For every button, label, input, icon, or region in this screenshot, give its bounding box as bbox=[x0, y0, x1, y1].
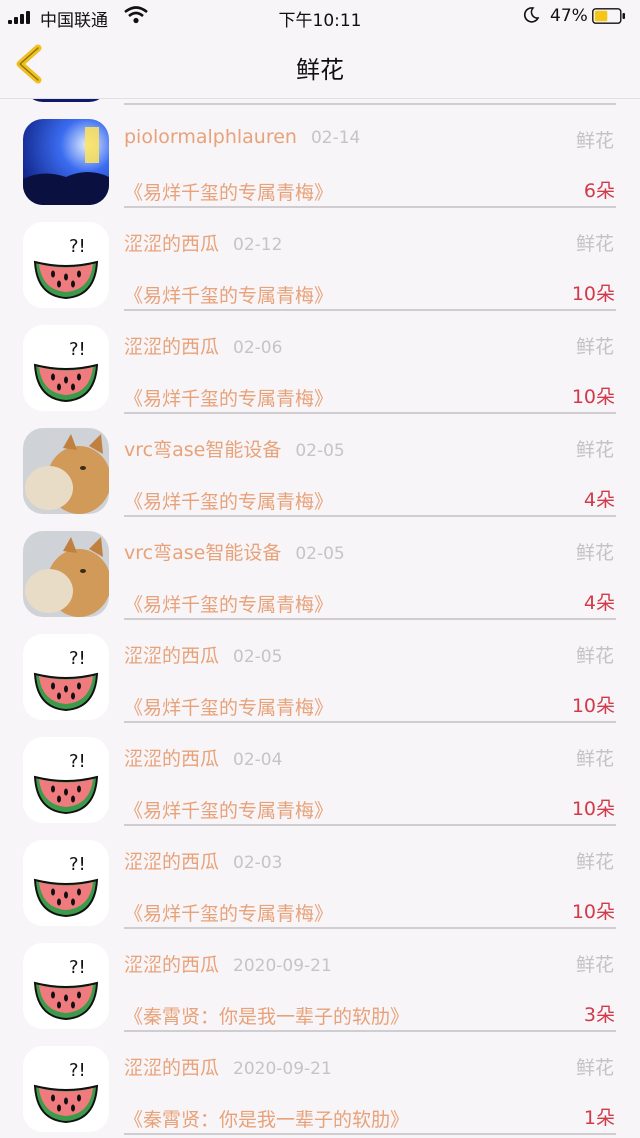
gift-date: 2020-09-21 bbox=[233, 1059, 332, 1079]
battery-icon bbox=[592, 8, 625, 24]
sender-name: 涩涩的西瓜 02-12 bbox=[124, 229, 282, 256]
list-item[interactable]: ?! 涩涩的西瓜 02-05 鲜花 《易烊千玺的专属青梅》 10朵 bbox=[0, 614, 640, 723]
book-title[interactable]: 《易烊千玺的专属青梅》 bbox=[124, 487, 333, 514]
list-item[interactable]: vrc弯ase智能设备 02-05 鲜花 《易烊千玺的专属青梅》 4朵 bbox=[0, 511, 640, 620]
row-divider bbox=[124, 1133, 616, 1135]
flower-count: 10朵 bbox=[571, 901, 615, 923]
avatar bbox=[23, 119, 109, 205]
flower-count: 4朵 bbox=[583, 592, 615, 614]
gift-type: 鲜花 bbox=[575, 748, 614, 770]
book-title[interactable]: 《秦霄贤：你是我一辈子的软肋》 bbox=[124, 1002, 409, 1029]
sender-name: 涩涩的西瓜 2020-09-21 bbox=[124, 950, 332, 977]
gift-date: 02-14 bbox=[310, 128, 361, 148]
book-title[interactable]: 《易烊千玺的专属青梅》 bbox=[124, 693, 333, 720]
svg-text:?!: ?! bbox=[69, 236, 86, 257]
sender-name: 涩涩的西瓜 02-05 bbox=[124, 641, 282, 668]
status-bar: 中国联通 下午10:11 47% bbox=[0, 0, 640, 32]
avatar: ?! bbox=[23, 943, 109, 1029]
svg-text:?!: ?! bbox=[69, 957, 86, 978]
gift-type: 鲜花 bbox=[575, 233, 614, 255]
sender-name: 涩涩的西瓜 2020-09-21 bbox=[124, 1053, 332, 1080]
clock: 下午10:11 bbox=[278, 11, 362, 31]
sender-name: vrc弯ase智能设备 02-05 bbox=[124, 435, 345, 462]
sender-name-text: 涩涩的西瓜 bbox=[124, 336, 220, 358]
nav-bar: 鲜花 bbox=[0, 32, 640, 99]
flower-count: 3朵 bbox=[583, 1004, 615, 1026]
gift-date: 02-04 bbox=[233, 750, 283, 770]
flower-count: 4朵 bbox=[583, 489, 615, 511]
list-item[interactable]: ?! 涩涩的西瓜 02-12 鲜花 《易烊千玺的专属青梅》 10朵 bbox=[0, 202, 640, 311]
moon-icon bbox=[523, 7, 540, 23]
sender-name-text: vrc弯ase智能设备 bbox=[124, 439, 282, 461]
gift-date: 02-06 bbox=[233, 338, 283, 358]
avatar: ?! bbox=[23, 1046, 109, 1132]
avatar bbox=[23, 531, 109, 617]
list-item[interactable]: ?! 涩涩的西瓜 02-03 鲜花 《易烊千玺的专属青梅》 10朵 bbox=[0, 820, 640, 929]
gift-type: 鲜花 bbox=[575, 439, 614, 461]
sender-name: 涩涩的西瓜 02-06 bbox=[124, 332, 282, 359]
gift-type: 鲜花 bbox=[575, 1057, 614, 1079]
book-title[interactable]: 《易烊千玺的专属青梅》 bbox=[124, 281, 333, 308]
book-title[interactable]: 《易烊千玺的专属青梅》 bbox=[124, 796, 333, 823]
svg-text:?!: ?! bbox=[69, 751, 86, 772]
flower-count: 10朵 bbox=[571, 283, 615, 305]
gift-type: 鲜花 bbox=[575, 851, 614, 873]
sender-name: piolormalphlauren 02-14 bbox=[124, 126, 360, 148]
flower-count: 6朵 bbox=[583, 180, 615, 202]
sender-name-text: 涩涩的西瓜 bbox=[124, 645, 220, 667]
svg-text:?!: ?! bbox=[69, 854, 86, 875]
book-title[interactable]: 《易烊千玺的专属青梅》 bbox=[124, 178, 333, 205]
sender-name-text: 涩涩的西瓜 bbox=[124, 233, 220, 255]
avatar: ?! bbox=[23, 222, 109, 308]
flower-count: 10朵 bbox=[571, 386, 615, 408]
sender-name-text: 涩涩的西瓜 bbox=[124, 851, 220, 873]
gift-type: 鲜花 bbox=[575, 130, 614, 152]
gift-type: 鲜花 bbox=[575, 954, 614, 976]
avatar: ?! bbox=[23, 737, 109, 823]
gift-date: 02-05 bbox=[233, 647, 283, 667]
sender-name-text: 涩涩的西瓜 bbox=[124, 1057, 220, 1079]
gift-list[interactable]: piolormalphlauren 02-14 鲜花 《易烊千玺的专属青梅》 6朵… bbox=[0, 99, 640, 1138]
avatar: ?! bbox=[23, 325, 109, 411]
svg-text:?!: ?! bbox=[69, 339, 86, 360]
flower-count: 10朵 bbox=[571, 798, 615, 820]
gift-date: 02-03 bbox=[233, 853, 283, 873]
avatar: ?! bbox=[23, 634, 109, 720]
svg-text:?!: ?! bbox=[69, 1060, 86, 1081]
sender-name: 涩涩的西瓜 02-03 bbox=[124, 847, 282, 874]
book-title[interactable]: 《易烊千玺的专属青梅》 bbox=[124, 384, 333, 411]
gift-type: 鲜花 bbox=[575, 542, 614, 564]
gift-date: 02-05 bbox=[295, 441, 345, 461]
gift-type: 鲜花 bbox=[575, 336, 614, 358]
book-title[interactable]: 《易烊千玺的专属青梅》 bbox=[124, 899, 333, 926]
list-item[interactable]: ?! 涩涩的西瓜 02-04 鲜花 《易烊千玺的专属青梅》 10朵 bbox=[0, 717, 640, 826]
flower-count: 1朵 bbox=[583, 1107, 615, 1129]
page-title: 鲜花 bbox=[296, 56, 344, 84]
gift-date: 2020-09-21 bbox=[233, 956, 332, 976]
sender-name-text: 涩涩的西瓜 bbox=[124, 748, 220, 770]
book-title[interactable]: 《秦霄贤：你是我一辈子的软肋》 bbox=[124, 1105, 409, 1132]
list-item[interactable]: vrc弯ase智能设备 02-05 鲜花 《易烊千玺的专属青梅》 4朵 bbox=[0, 408, 640, 517]
book-title[interactable]: 《易烊千玺的专属青梅》 bbox=[124, 590, 333, 617]
svg-text:?!: ?! bbox=[69, 648, 86, 669]
sender-name-text: 涩涩的西瓜 bbox=[124, 954, 220, 976]
list-item[interactable]: ?! 涩涩的西瓜 02-06 鲜花 《易烊千玺的专属青梅》 10朵 bbox=[0, 305, 640, 414]
avatar bbox=[23, 428, 109, 514]
list-item[interactable]: ?! 涩涩的西瓜 2020-09-21 鲜花 《秦霄贤：你是我一辈子的软肋》 3朵 bbox=[0, 923, 640, 1032]
flower-count: 10朵 bbox=[571, 695, 615, 717]
sender-name-text: vrc弯ase智能设备 bbox=[124, 542, 282, 564]
avatar: ?! bbox=[23, 840, 109, 926]
gift-date: 02-12 bbox=[233, 235, 283, 255]
sender-name-text: piolormalphlauren bbox=[124, 126, 297, 148]
sender-name: 涩涩的西瓜 02-04 bbox=[124, 744, 282, 771]
gift-date: 02-05 bbox=[295, 544, 345, 564]
gift-type: 鲜花 bbox=[575, 645, 614, 667]
sender-name: vrc弯ase智能设备 02-05 bbox=[124, 538, 345, 565]
list-item[interactable]: piolormalphlauren 02-14 鲜花 《易烊千玺的专属青梅》 6朵 bbox=[0, 99, 640, 208]
list-item[interactable]: ?! 涩涩的西瓜 2020-09-21 鲜花 《秦霄贤：你是我一辈子的软肋》 1朵 bbox=[0, 1026, 640, 1135]
battery-percent: 47% bbox=[550, 6, 588, 26]
